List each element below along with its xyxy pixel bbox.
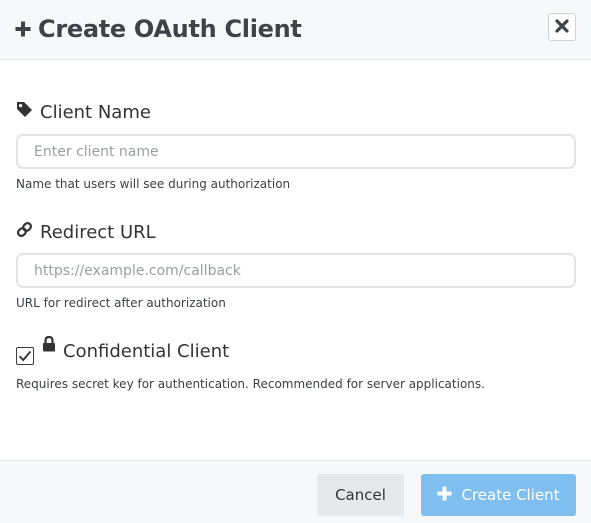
lock-icon bbox=[42, 335, 56, 357]
redirect-url-help: URL for redirect after authorization bbox=[16, 296, 226, 310]
close-button[interactable] bbox=[548, 13, 576, 41]
client-name-label-text: Client Name bbox=[40, 101, 151, 123]
cancel-button-label: Cancel bbox=[335, 486, 386, 504]
modal-title: Create OAuth Client bbox=[15, 13, 302, 45]
confidential-client-label: Confidential Client bbox=[42, 335, 230, 363]
link-icon bbox=[16, 221, 33, 243]
redirect-url-label-text: Redirect URL bbox=[40, 221, 156, 243]
create-client-button[interactable]: Create Client bbox=[421, 474, 576, 516]
redirect-url-input[interactable] bbox=[16, 253, 576, 288]
plus-icon bbox=[15, 15, 31, 43]
client-name-label: Client Name bbox=[16, 100, 151, 124]
redirect-url-label: Redirect URL bbox=[16, 220, 156, 244]
checkmark-icon bbox=[18, 347, 32, 366]
plus-icon bbox=[437, 486, 452, 505]
client-name-input[interactable] bbox=[16, 134, 576, 169]
modal-title-text: Create OAuth Client bbox=[38, 15, 302, 43]
modal-header: Create OAuth Client bbox=[0, 0, 591, 60]
cancel-button[interactable]: Cancel bbox=[317, 474, 404, 516]
modal-footer: Cancel Create Client bbox=[0, 460, 591, 523]
create-client-button-label: Create Client bbox=[461, 486, 560, 504]
tag-icon bbox=[16, 101, 33, 123]
create-oauth-client-modal: Create OAuth Client Client Name Name tha… bbox=[0, 0, 591, 523]
confidential-client-label-text: Confidential Client bbox=[63, 340, 230, 362]
confidential-client-help: Requires secret key for authentication. … bbox=[16, 377, 485, 391]
confidential-client-checkbox[interactable] bbox=[16, 347, 34, 365]
close-icon bbox=[555, 18, 569, 37]
client-name-help: Name that users will see during authoriz… bbox=[16, 177, 291, 191]
